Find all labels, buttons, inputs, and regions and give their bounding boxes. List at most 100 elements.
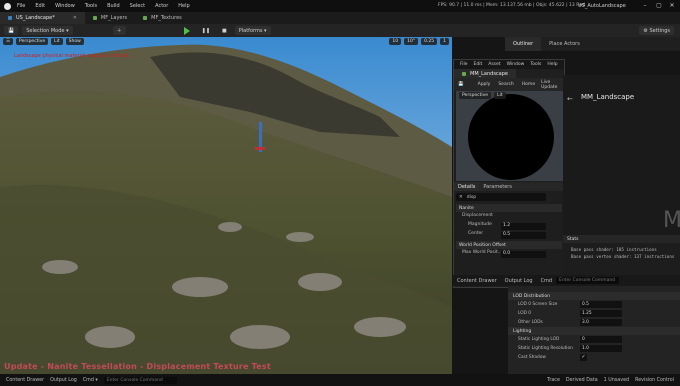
selection-mode-label: Selection Mode [26, 27, 65, 34]
tab-content-drawer[interactable]: Content Drawer [453, 275, 501, 286]
static-lighting-resolution-input[interactable]: 1.0 [580, 345, 622, 352]
menu-window[interactable]: Window [55, 3, 75, 9]
material-preview[interactable]: Perspective Lit [456, 91, 564, 181]
mat-menu-file[interactable]: File [460, 62, 468, 67]
prop-label: Displacement [462, 213, 493, 218]
other-lods-input[interactable]: 3.0 [580, 319, 622, 326]
mat-apply-button[interactable]: Apply [478, 82, 491, 87]
maximize-icon[interactable]: ▢ [654, 2, 664, 10]
tab-place-actors[interactable]: Place Actors [541, 37, 588, 51]
center-input[interactable]: 0.5 [501, 232, 546, 239]
status-label: Trace [547, 377, 560, 383]
minimize-icon[interactable]: – [640, 2, 650, 10]
mat-save-button[interactable]: 💾 [458, 82, 464, 87]
mat-search-button[interactable]: Search [498, 82, 513, 87]
menu-select[interactable]: Select [130, 3, 145, 9]
mat-menu-window[interactable]: Window [507, 62, 525, 67]
unreal-logo-icon[interactable] [4, 2, 11, 10]
menu-help[interactable]: Help [178, 3, 189, 9]
level-viewport[interactable]: ☰ Perspective Lit Show 10 10° 0.25 1 Lan… [0, 37, 452, 374]
console-command-input[interactable]: Enter Console Command [103, 376, 177, 384]
derived-data-button[interactable]: Derived Data [566, 378, 598, 383]
menu-build[interactable]: Build [107, 3, 120, 9]
section-lod-distribution[interactable]: LOD Distribution [508, 292, 680, 300]
mat-menu-edit[interactable]: Edit [474, 62, 483, 67]
lod0-input[interactable]: 1.25 [580, 310, 622, 317]
section-nanite[interactable]: Nanite [456, 204, 562, 212]
stats-line: Base pass vertex shader: 137 instruction… [571, 254, 675, 259]
snap-scale-button[interactable]: 0.25 [421, 38, 438, 45]
tab-outliner[interactable]: Outliner [505, 37, 542, 51]
play-button[interactable] [180, 26, 194, 35]
details-search-input[interactable]: ✕ disp [456, 193, 546, 201]
cast-shadow-checkbox[interactable]: ✓ [580, 354, 587, 361]
output-log-button[interactable]: Output Log [50, 378, 77, 383]
menu-tools[interactable]: Tools [85, 3, 97, 9]
viewport-menu-button[interactable]: ☰ [3, 38, 14, 45]
menu-file[interactable]: File [17, 3, 25, 9]
static-lighting-lod-input[interactable]: 0 [580, 336, 622, 343]
magnitude-input[interactable]: 1.2 [501, 223, 546, 230]
show-button[interactable]: Show [65, 38, 84, 45]
graph-breadcrumb: MM_Landscape [581, 93, 635, 101]
tab-close-icon[interactable]: ✕ [73, 15, 77, 21]
menu-edit[interactable]: Edit [35, 3, 45, 9]
unsaved-button[interactable]: 1 Unsaved [604, 378, 629, 383]
mat-home-button[interactable]: Home [522, 82, 535, 87]
revision-control-button[interactable]: Revision Control [635, 378, 674, 383]
tab-output-log[interactable]: Output Log [501, 275, 537, 286]
platforms-dropdown[interactable]: Platforms ▾ [234, 26, 271, 35]
tab-cmd[interactable]: Cmd [537, 275, 557, 286]
preview-perspective-button[interactable]: Perspective [459, 92, 492, 99]
section-label: World Position Offset [459, 242, 506, 248]
mat-live-update-button[interactable]: Live Update [541, 80, 564, 90]
tab-parameters[interactable]: Parameters [479, 182, 516, 191]
close-icon[interactable]: ✕ [667, 2, 677, 10]
row-label: Static Lighting LOD [518, 337, 560, 342]
row-label: LOD 0 Screen Size [518, 302, 558, 307]
create-button[interactable]: ＋ [112, 26, 126, 35]
prop-label: Max World Posit... [462, 250, 503, 255]
save-button[interactable]: 💾 [4, 26, 19, 35]
tab-mm-landscape[interactable]: MM_Landscape [454, 69, 516, 78]
prop-center: Center 0.5 [456, 231, 562, 240]
preview-sphere [468, 94, 554, 180]
section-world-position-offset[interactable]: World Position Offset [456, 241, 562, 249]
prop-displacement: Displacement [456, 213, 562, 222]
tab-mf-textures[interactable]: MF_Textures [135, 12, 190, 24]
stop-button[interactable]: ■ [218, 26, 231, 35]
main-toolbar: 💾 Selection Mode ▾ ＋ ❚❚ ■ Platforms ▾ ⚙ … [0, 24, 680, 37]
actor-details-panel: LOD Distribution LOD 0 Screen Size 0.5 LO… [508, 286, 680, 374]
material-graph[interactable]: ← MM_Landscape M [563, 75, 680, 235]
snap-rotation-button[interactable]: 10° [404, 38, 419, 45]
outliner-tabs: Outliner Place Actors [505, 37, 680, 51]
selection-mode-dropdown[interactable]: Selection Mode ▾ [22, 26, 73, 35]
tab-us-landscape[interactable]: US_Landscape* ✕ [0, 12, 85, 24]
lod0-screen-size-input[interactable]: 0.5 [580, 301, 622, 308]
back-arrow-icon[interactable]: ← [567, 95, 573, 103]
camera-speed-button[interactable]: 1 [440, 38, 449, 45]
content-drawer-button[interactable]: Content Drawer [6, 378, 44, 383]
status-label: Cmd [82, 377, 94, 383]
cmd-dropdown[interactable]: Cmd ▾ [83, 378, 98, 383]
snap-value: 10 [392, 39, 399, 44]
mat-menu-help[interactable]: Help [547, 62, 557, 67]
max-world-position-input[interactable]: 0.0 [501, 251, 546, 258]
section-lighting[interactable]: Lighting [508, 327, 680, 335]
mat-menu-asset[interactable]: Asset [488, 62, 500, 67]
lit-button[interactable]: Lit [51, 38, 63, 45]
stats-header: Stats [563, 235, 680, 243]
material-cmd-input[interactable]: Enter Console Command [556, 277, 620, 284]
preview-lit-button[interactable]: Lit [494, 92, 506, 99]
mat-menu-tools[interactable]: Tools [530, 62, 541, 67]
snap-grid-button[interactable]: 10 [389, 38, 402, 45]
settings-button[interactable]: ⚙ Settings [639, 26, 674, 35]
tab-details[interactable]: Details [454, 182, 480, 191]
tab-mf-layers[interactable]: MF_Layers [85, 12, 135, 24]
scale-value: 0.25 [424, 39, 435, 44]
section-label: Nanite [459, 205, 474, 211]
perspective-button[interactable]: Perspective [16, 38, 49, 45]
pause-button[interactable]: ❚❚ [198, 26, 214, 35]
trace-button[interactable]: Trace [547, 378, 560, 383]
menu-actor[interactable]: Actor [155, 3, 168, 9]
